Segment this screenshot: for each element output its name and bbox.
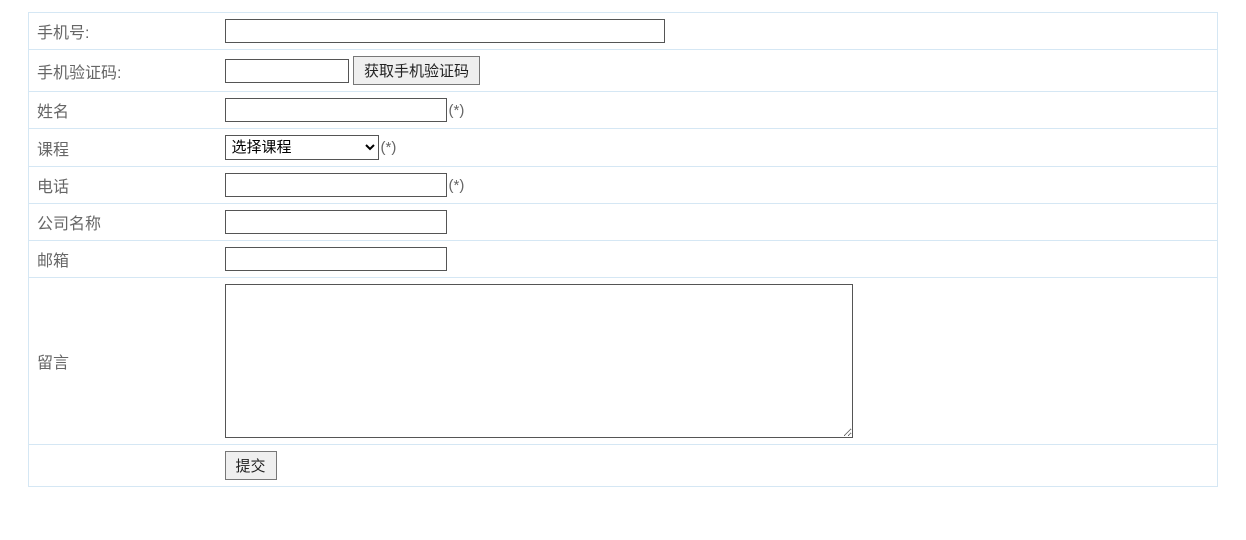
label-message: 留言 [29, 278, 217, 445]
label-name: 姓名 [29, 92, 217, 129]
label-phone: 手机号: [29, 13, 217, 50]
label-company: 公司名称 [29, 204, 217, 241]
get-phone-code-button[interactable]: 获取手机验证码 [353, 56, 480, 85]
row-submit: 提交 [29, 445, 1218, 487]
company-input[interactable] [225, 210, 447, 234]
row-company: 公司名称 [29, 204, 1218, 241]
label-email: 邮箱 [29, 241, 217, 278]
registration-form: 手机号: 手机验证码: 获取手机验证码 姓名 (*) 课程 选择课程 (*) 电… [28, 12, 1218, 487]
row-name: 姓名 (*) [29, 92, 1218, 129]
submit-button[interactable]: 提交 [225, 451, 277, 480]
label-course: 课程 [29, 129, 217, 167]
required-mark-tel: (*) [449, 177, 465, 194]
phone-input[interactable] [225, 19, 665, 43]
row-message: 留言 [29, 278, 1218, 445]
message-textarea[interactable] [225, 284, 853, 438]
row-tel: 电话 (*) [29, 167, 1218, 204]
row-phone-code: 手机验证码: 获取手机验证码 [29, 50, 1218, 92]
phone-code-input[interactable] [225, 59, 349, 83]
email-input[interactable] [225, 247, 447, 271]
name-input[interactable] [225, 98, 447, 122]
row-course: 课程 选择课程 (*) [29, 129, 1218, 167]
label-tel: 电话 [29, 167, 217, 204]
tel-input[interactable] [225, 173, 447, 197]
row-email: 邮箱 [29, 241, 1218, 278]
required-mark-name: (*) [449, 102, 465, 119]
label-phone-code: 手机验证码: [29, 50, 217, 92]
label-submit-empty [29, 445, 217, 487]
required-mark-course: (*) [381, 139, 397, 156]
row-phone: 手机号: [29, 13, 1218, 50]
course-select[interactable]: 选择课程 [225, 135, 379, 160]
